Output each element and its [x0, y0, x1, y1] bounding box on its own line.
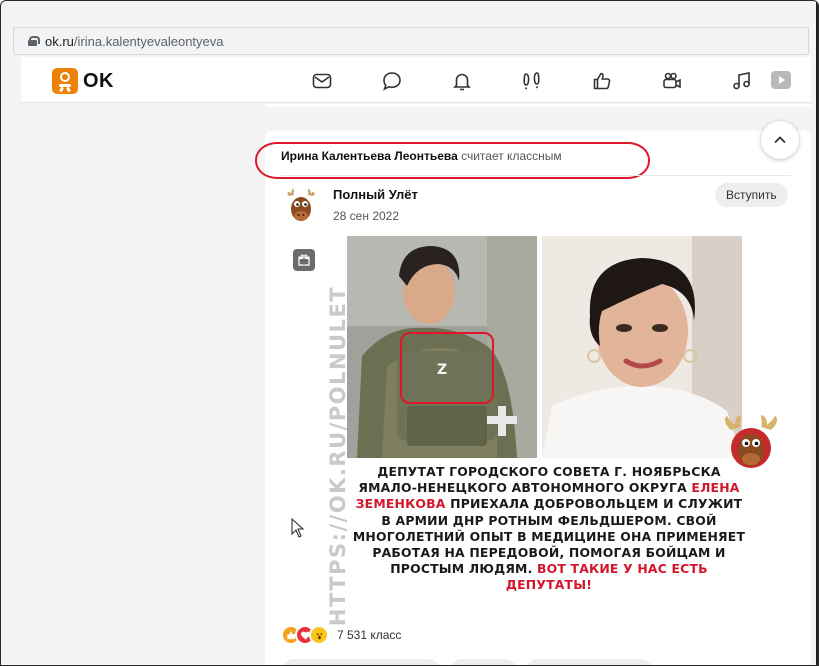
ok-logo[interactable]: OK: [52, 68, 114, 94]
ok-logo-icon: [52, 68, 78, 94]
window-edge: [816, 1, 818, 665]
group-avatar[interactable]: [283, 187, 319, 223]
highlight-box-annotation: [400, 332, 494, 404]
gift-icon[interactable]: [293, 249, 315, 271]
group-name-link[interactable]: Полный Улёт: [333, 187, 418, 202]
thumbs-up-icon[interactable]: [590, 69, 616, 93]
logo-text: OK: [83, 69, 114, 92]
play-icon[interactable]: [769, 68, 795, 92]
reactions-summary[interactable]: 7 531 класс: [281, 625, 401, 645]
top-navigation: OK: [21, 57, 811, 103]
share-button[interactable]: [449, 659, 517, 665]
like-button[interactable]: [525, 659, 653, 665]
post-actions: [281, 659, 653, 665]
mouse-cursor-icon: [291, 517, 305, 538]
feed-post-card: Ирина Калентьева Леонтьева считает класс…: [255, 121, 811, 665]
previous-card-edge: [265, 104, 811, 107]
post-date: 28 сен 2022: [333, 209, 400, 223]
address-bar[interactable]: ok.ru/irina.kalentyevaleontyeva: [13, 27, 809, 55]
browser-window: ok.ru/irina.kalentyevaleontyeva OK Ирина…: [0, 0, 819, 666]
scroll-up-button[interactable]: [761, 121, 799, 159]
feed-area: Ирина Калентьева Леонтьева считает класс…: [21, 104, 811, 665]
post-image[interactable]: HTTPS://OK.RU/POLNULET Z ДЕПУТАТ ГОРОДСК…: [313, 236, 785, 626]
lock-icon[interactable]: [28, 36, 40, 46]
chevron-up-icon: [774, 136, 786, 144]
video-camera-icon[interactable]: [660, 69, 686, 93]
guests-footprints-icon[interactable]: [520, 69, 546, 93]
wow-reaction-icon: [309, 625, 329, 645]
divider: [281, 175, 791, 176]
chat-bubble-icon[interactable]: [380, 69, 406, 93]
envelope-icon[interactable]: [310, 69, 336, 93]
url-text[interactable]: ok.ru/irina.kalentyevaleontyeva: [45, 34, 224, 49]
join-group-button[interactable]: Вступить: [715, 183, 788, 207]
highlight-oval-annotation: [255, 142, 650, 179]
bell-icon[interactable]: [450, 69, 476, 93]
comment-button[interactable]: [281, 659, 441, 665]
moose-logo-icon: [721, 412, 781, 472]
photo-portrait: [542, 236, 742, 458]
reactions-count[interactable]: 7 531 класс: [337, 628, 401, 642]
post-image-caption: ДЕПУТАТ ГОРОДСКОГО СОВЕТА Г. НОЯБРЬСКА Я…: [352, 464, 746, 593]
music-note-icon[interactable]: [730, 69, 756, 93]
